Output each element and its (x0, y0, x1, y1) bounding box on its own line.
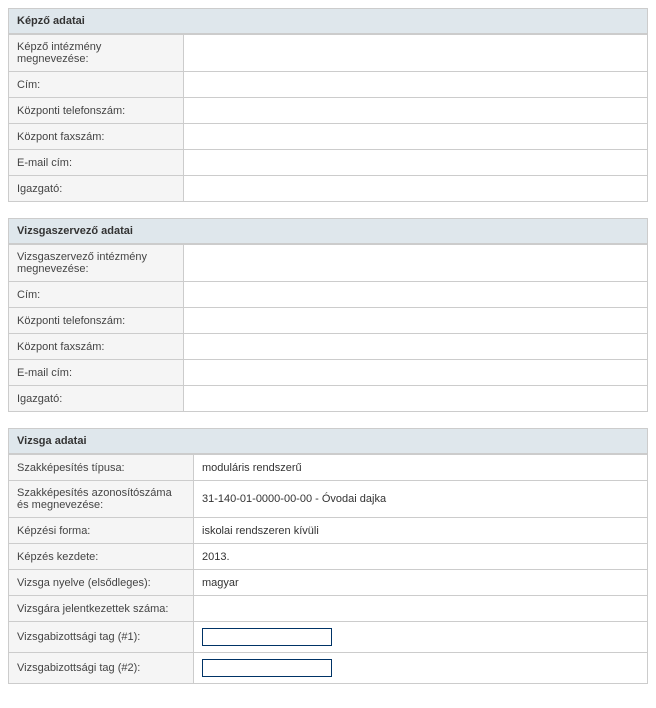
label-vizsga-tipus: Szakképesítés típusa: (9, 455, 194, 480)
label-vizsga-tag1: Vizsgabizottsági tag (#1): (9, 622, 194, 652)
value-cell-vizsga-tag2 (194, 653, 647, 683)
label-vizsga-forma: Képzési forma: (9, 518, 194, 543)
value-vsz-igazgato (184, 386, 647, 411)
label-kepzo-fax: Központ faxszám: (9, 124, 184, 149)
value-vsz-telefon (184, 308, 647, 333)
row-kepzo-intezmeny: Képző intézmény megnevezése: (9, 34, 647, 71)
row-vsz-telefon: Központi telefonszám: (9, 307, 647, 333)
row-vsz-email: E-mail cím: (9, 359, 647, 385)
value-kepzo-fax (184, 124, 647, 149)
row-kepzo-telefon: Központi telefonszám: (9, 97, 647, 123)
input-vizsgabizottsagi-tag-1[interactable] (202, 628, 332, 646)
row-vsz-intezmeny: Vizsgaszervező intézmény megnevezése: (9, 244, 647, 281)
value-vsz-fax (184, 334, 647, 359)
section-vizsga: Vizsga adatai Szakképesítés típusa: modu… (8, 428, 648, 684)
label-vsz-email: E-mail cím: (9, 360, 184, 385)
label-kepzo-cim: Cím: (9, 72, 184, 97)
section-header-vizsgaszervezo: Vizsgaszervező adatai (9, 219, 647, 244)
row-vizsga-kezdet: Képzés kezdete: 2013. (9, 543, 647, 569)
row-kepzo-email: E-mail cím: (9, 149, 647, 175)
row-vsz-fax: Központ faxszám: (9, 333, 647, 359)
value-kepzo-intezmeny (184, 35, 647, 71)
label-vsz-fax: Központ faxszám: (9, 334, 184, 359)
row-kepzo-cim: Cím: (9, 71, 647, 97)
value-vsz-email (184, 360, 647, 385)
value-cell-vizsga-tag1 (194, 622, 647, 652)
row-vsz-igazgato: Igazgató: (9, 385, 647, 411)
label-vizsga-tag2: Vizsgabizottsági tag (#2): (9, 653, 194, 683)
row-vizsga-azonosito: Szakképesítés azonosítószáma és megnevez… (9, 480, 647, 517)
label-vsz-cim: Cím: (9, 282, 184, 307)
row-vizsga-tipus: Szakképesítés típusa: moduláris rendszer… (9, 454, 647, 480)
label-vizsga-nyelv: Vizsga nyelve (elsődleges): (9, 570, 194, 595)
value-kepzo-cim (184, 72, 647, 97)
value-vizsga-jelentkezettek (194, 596, 647, 621)
row-kepzo-igazgato: Igazgató: (9, 175, 647, 201)
value-vizsga-nyelv: magyar (194, 570, 647, 595)
label-vizsga-jelentkezettek: Vizsgára jelentkezettek száma: (9, 596, 194, 621)
value-kepzo-email (184, 150, 647, 175)
section-header-kepzo: Képző adatai (9, 9, 647, 34)
label-kepzo-intezmeny: Képző intézmény megnevezése: (9, 35, 184, 71)
label-vizsga-kezdet: Képzés kezdete: (9, 544, 194, 569)
label-vsz-igazgato: Igazgató: (9, 386, 184, 411)
section-kepzo: Képző adatai Képző intézmény megnevezése… (8, 8, 648, 202)
label-kepzo-telefon: Központi telefonszám: (9, 98, 184, 123)
row-vizsga-tag2: Vizsgabizottsági tag (#2): (9, 652, 647, 683)
row-kepzo-fax: Központ faxszám: (9, 123, 647, 149)
label-vizsga-azonosito: Szakképesítés azonosítószáma és megnevez… (9, 481, 194, 517)
value-vizsga-kezdet: 2013. (194, 544, 647, 569)
label-vsz-telefon: Központi telefonszám: (9, 308, 184, 333)
row-vsz-cim: Cím: (9, 281, 647, 307)
value-vsz-cim (184, 282, 647, 307)
row-vizsga-tag1: Vizsgabizottsági tag (#1): (9, 621, 647, 652)
value-vizsga-azonosito: 31-140-01-0000-00-00 - Óvodai dajka (194, 481, 647, 517)
value-vizsga-forma: iskolai rendszeren kívüli (194, 518, 647, 543)
value-vizsga-tipus: moduláris rendszerű (194, 455, 647, 480)
row-vizsga-nyelv: Vizsga nyelve (elsődleges): magyar (9, 569, 647, 595)
section-vizsgaszervezo: Vizsgaszervező adatai Vizsgaszervező int… (8, 218, 648, 412)
value-vsz-intezmeny (184, 245, 647, 281)
label-kepzo-igazgato: Igazgató: (9, 176, 184, 201)
row-vizsga-forma: Képzési forma: iskolai rendszeren kívüli (9, 517, 647, 543)
input-vizsgabizottsagi-tag-2[interactable] (202, 659, 332, 677)
value-kepzo-igazgato (184, 176, 647, 201)
label-vsz-intezmeny: Vizsgaszervező intézmény megnevezése: (9, 245, 184, 281)
section-header-vizsga: Vizsga adatai (9, 429, 647, 454)
value-kepzo-telefon (184, 98, 647, 123)
row-vizsga-jelentkezettek: Vizsgára jelentkezettek száma: (9, 595, 647, 621)
label-kepzo-email: E-mail cím: (9, 150, 184, 175)
